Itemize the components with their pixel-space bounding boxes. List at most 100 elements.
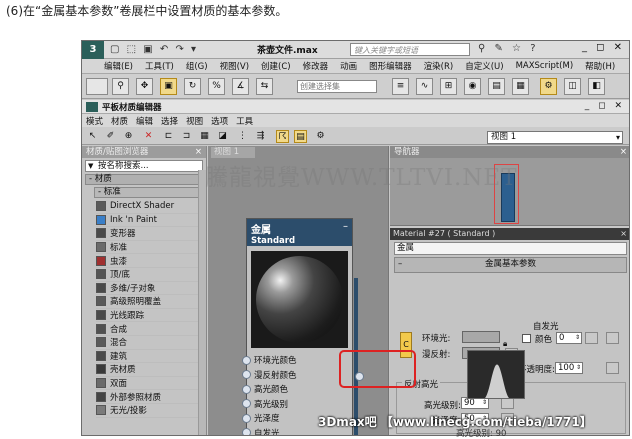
render-setup-icon[interactable]: ▤ [488,78,505,95]
list-item[interactable]: 无光/投影 [96,404,206,418]
list-item[interactable]: 高级照明覆盖 [96,295,206,309]
list-item[interactable]: 合成 [96,322,206,336]
spinner-arrows-icon[interactable]: ⇕ [482,398,487,408]
select-tool-icon[interactable]: ↖ [86,130,99,143]
angle-snap-icon[interactable]: ∡ [232,78,249,95]
list-item[interactable]: 外部参照材质 [96,390,206,404]
self-illum-color-checkbox[interactable] [522,334,531,343]
view-selector-dropdown[interactable]: 视图 1 ▾ [487,131,623,144]
collapse-icon[interactable]: – [398,258,402,271]
render-production-icon[interactable]: ⚙ [540,78,557,95]
menu-modifiers[interactable]: 修改器 [303,60,329,72]
close-icon[interactable]: × [620,146,627,158]
layout-children-icon[interactable]: ⇶ [254,130,267,143]
render-iterative-icon[interactable]: ◫ [564,78,581,95]
hide-unused-slots-icon[interactable]: ⊐ [180,130,193,143]
selection-filter-dropdown[interactable] [86,78,108,95]
rotate-icon[interactable]: ↻ [184,78,201,95]
sme-menu-options[interactable]: 选项 [211,115,228,127]
metal-basic-params-rollout[interactable]: – 金属基本参数 [394,257,627,273]
socket-icon[interactable] [242,413,251,423]
activeshade-icon[interactable]: ◧ [588,78,605,95]
list-item[interactable]: 标准 [96,241,206,255]
socket-icon[interactable] [242,384,251,394]
list-item[interactable]: 壳材质 [96,363,206,377]
move-children-icon[interactable]: ⊏ [162,130,175,143]
dropdown-triangle-icon[interactable]: ▼ [88,161,93,171]
input-slot[interactable]: 漫反射颜色 [242,368,352,383]
viewport-tab[interactable]: 视图 1 [211,147,255,158]
named-selection-set[interactable]: 创建选择集 [297,80,377,93]
sme-menu-tools[interactable]: 工具 [236,115,253,127]
socket-icon[interactable] [242,399,251,409]
select-object-icon[interactable]: ✥ [136,78,153,95]
menu-maxscript[interactable]: MAXScript(M) [516,61,574,71]
material-map-navigator-icon[interactable]: ☈ [276,130,289,143]
menu-create[interactable]: 创建(C) [261,60,291,72]
select-link-icon[interactable]: ⚲ [112,78,129,95]
material-editor-icon[interactable]: ◉ [464,78,481,95]
curve-editor-icon[interactable]: ∿ [416,78,433,95]
sme-menu-view[interactable]: 视图 [186,115,203,127]
snap-icon[interactable]: % [208,78,225,95]
layer-manager-icon[interactable]: ≡ [392,78,409,95]
sme-menu-material[interactable]: 材质 [111,115,128,127]
assign-material-icon[interactable]: ⊕ [122,130,135,143]
browser-scrollbar[interactable] [198,170,206,435]
opacity-spinner[interactable]: 100 ⇕ [555,362,583,374]
menu-rendering[interactable]: 渲染(R) [424,60,454,72]
sme-menu-edit[interactable]: 编辑 [136,115,153,127]
slate-window-controls[interactable]: _ ◻ ✕ [585,101,625,111]
opacity-map-button[interactable] [606,362,619,374]
category-materials[interactable]: - 材质 [85,174,203,185]
material-name-field[interactable]: 金属 [394,242,627,255]
select-by-material-icon[interactable]: ⚙ [314,130,327,143]
delete-icon[interactable]: ✕ [142,130,155,143]
browser-search-input[interactable]: ▼ 按名称搜索... [85,160,203,172]
subcategory-standard[interactable]: - 标准 [94,187,203,198]
list-item[interactable]: 混合 [96,336,206,350]
list-item[interactable]: 虫漆 [96,254,206,268]
list-item[interactable]: DirectX Shader [96,200,206,214]
show-background-icon[interactable]: ◪ [216,130,229,143]
menu-animation[interactable]: 动画 [340,60,357,72]
quick-access-toolbar[interactable]: ▢ ⬚ ▣ ↶ ↷ ▾ [110,44,198,55]
input-slot[interactable]: 高光级别 [242,397,352,412]
socket-icon[interactable] [242,370,251,380]
menu-help[interactable]: 帮助(H) [585,60,615,72]
input-slot[interactable]: 环境光颜色 [242,353,352,368]
self-illum-extra-button[interactable] [606,332,619,344]
input-slot[interactable]: 高光颜色 [242,382,352,397]
list-item[interactable]: 光线跟踪 [96,309,206,323]
menu-customize[interactable]: 自定义(U) [465,60,503,72]
menu-group[interactable]: 组(G) [186,60,208,72]
layout-all-icon[interactable]: ⋮ [236,130,249,143]
sme-menu-select[interactable]: 选择 [161,115,178,127]
node-header[interactable]: 金属 Standard – [247,219,352,246]
parameter-editor-icon[interactable]: ▤ [294,130,307,143]
rendered-frame-icon[interactable]: ▦ [512,78,529,95]
info-center-icons[interactable]: ⚲ ✎ ☆ ? [478,43,539,54]
pick-material-icon[interactable]: ✐ [104,130,117,143]
close-icon[interactable]: × [195,146,202,158]
socket-icon[interactable] [242,428,251,435]
material-node[interactable]: 金属 Standard – 环境光颜色 漫反射颜色 高光颜色 高光级别 光泽度 … [242,218,353,435]
menu-views[interactable]: 视图(V) [220,60,249,72]
mirror-icon[interactable]: ⇆ [256,78,273,95]
spinner-arrows-icon[interactable]: ⇕ [576,363,581,373]
menu-edit[interactable]: 编辑(E) [104,60,133,72]
menu-graph-editors[interactable]: 图形编辑器 [369,60,412,72]
schematic-view-icon[interactable]: ⊞ [440,78,457,95]
list-item[interactable]: 建筑 [96,350,206,364]
select-move-icon[interactable]: ▣ [160,78,177,95]
ambient-color-swatch[interactable] [462,331,500,343]
list-item[interactable]: 顶/底 [96,268,206,282]
list-item[interactable]: 变形器 [96,227,206,241]
collapse-icon[interactable]: – [343,221,348,232]
list-item[interactable]: 双面 [96,377,206,391]
max-logo-icon[interactable]: 3 [82,41,104,59]
list-item[interactable]: Ink 'n Paint [96,214,206,228]
list-item[interactable]: 多维/子对象 [96,282,206,296]
spinner-arrows-icon[interactable]: ⇕ [575,333,580,343]
self-illum-spinner[interactable]: 0 ⇕ [556,332,582,344]
